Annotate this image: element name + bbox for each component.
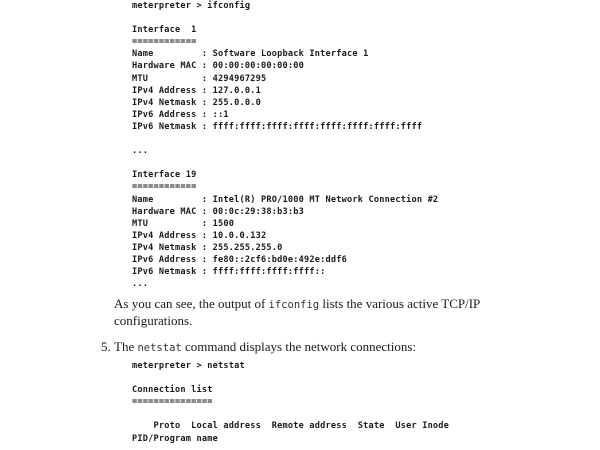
code-line: IPv6 Address : fe80::2cf6:bd0e:492e:ddf6 xyxy=(132,254,347,265)
code-line: PID/Program name xyxy=(132,433,218,444)
code-line: Hardware MAC : 00:0c:29:38:b3:b3 xyxy=(132,206,304,217)
code-line: ... xyxy=(132,279,149,290)
code-line: Interface 19 xyxy=(132,170,197,181)
code-line: Proto Local address Remote address State… xyxy=(132,421,450,432)
netstat-output-code-block: meterpreter > netstat Connection list ===… xyxy=(132,360,449,445)
code-line: IPv4 Address : 10.0.0.132 xyxy=(132,230,267,241)
code-line: Connection list xyxy=(132,385,213,396)
ifconfig-explanation-paragraph: As you can see, the output of ifconfig l… xyxy=(114,296,534,329)
code-line: MTU : 1500 xyxy=(132,218,235,229)
code-line: ============ xyxy=(132,182,197,193)
code-line: IPv6 Address : ::1 xyxy=(132,109,229,120)
code-line: IPv4 Address : 127.0.0.1 xyxy=(132,85,261,96)
ifconfig-output-code-block: meterpreter > ifconfig Interface 1 ======… xyxy=(132,0,438,290)
step-number: 5. xyxy=(101,339,111,354)
code-line: ============ xyxy=(132,37,197,48)
step-text-before: The xyxy=(114,339,138,354)
paragraph-text-before: As you can see, the output of xyxy=(114,296,269,311)
code-line: ... xyxy=(132,146,149,157)
code-line: IPv4 Netmask : 255.255.255.0 xyxy=(132,242,283,253)
code-line: Hardware MAC : 00:00:00:00:00:00 xyxy=(132,61,304,72)
step-text-after: command displays the network connections… xyxy=(181,339,417,354)
code-line: MTU : 4294967295 xyxy=(132,73,267,84)
code-line: IPv6 Netmask : ffff:ffff:ffff:ffff:ffff:… xyxy=(132,121,423,132)
code-line: Interface 1 xyxy=(132,25,197,36)
inline-code-netstat: netstat xyxy=(137,342,182,354)
code-line: IPv6 Netmask : ffff:ffff:ffff:ffff:: xyxy=(132,267,326,278)
code-line: Name : Software Loopback Interface 1 xyxy=(132,49,369,60)
code-line: IPv4 Netmask : 255.0.0.0 xyxy=(132,97,261,108)
code-line: meterpreter > netstat xyxy=(132,361,245,371)
code-line: Name : Intel(R) PRO/1000 MT Network Conn… xyxy=(132,194,439,205)
inline-code-ifconfig: ifconfig xyxy=(268,299,320,311)
code-line: =============== xyxy=(132,397,213,408)
code-line: meterpreter > ifconfig xyxy=(132,1,251,11)
step-5-list-item: 5. The netstat command displays the netwo… xyxy=(101,339,541,356)
